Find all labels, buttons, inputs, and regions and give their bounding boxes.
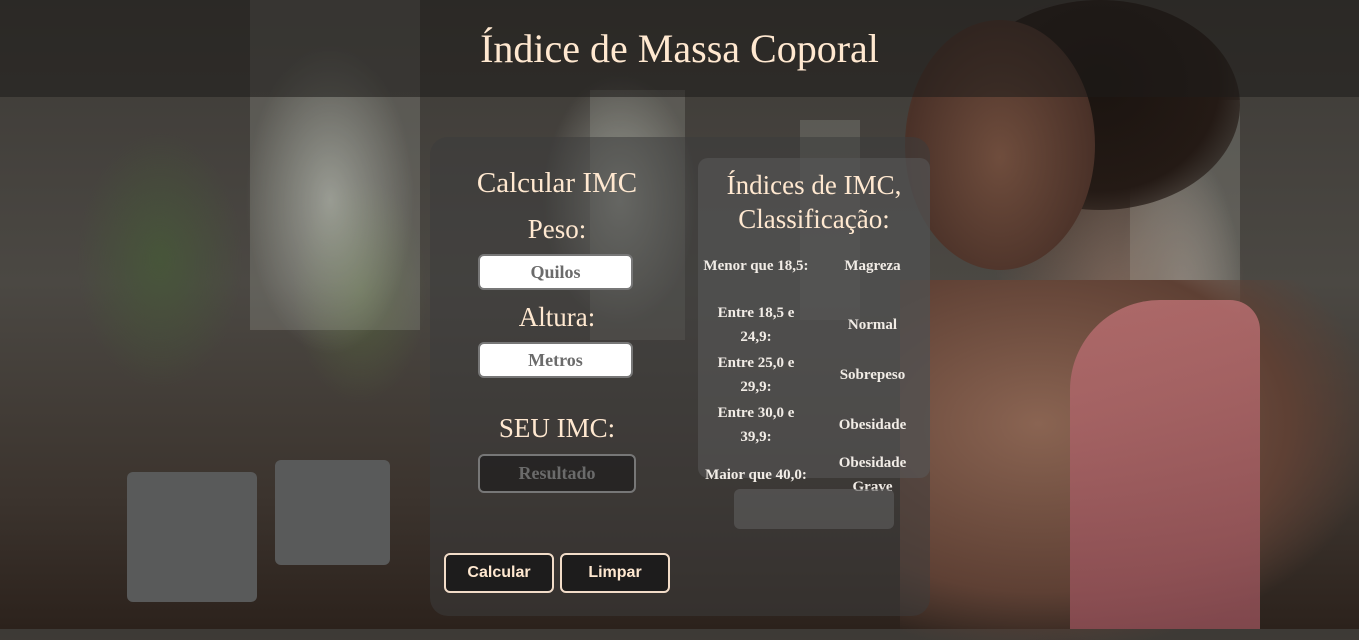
weight-label: Peso:: [527, 214, 587, 244]
index-range-line: 39,9:: [740, 429, 772, 445]
index-class: Magreza: [825, 254, 920, 278]
result-field: Resultado: [478, 454, 636, 493]
index-class: Obesidade: [825, 413, 920, 437]
index-class-line: Magreza: [844, 258, 901, 274]
height-label: Altura:: [518, 302, 596, 332]
imc-index-table: Índices de IMC, Classificação: Menor que…: [698, 158, 930, 495]
index-range: Entre 18,5 e 24,9:: [698, 301, 814, 349]
calculator-panel: Calcular IMC Peso: Altura: SEU IMC: Resu…: [430, 137, 680, 616]
index-range: Maior que 40,0:: [698, 463, 814, 487]
index-class: Sobrepeso: [825, 363, 920, 387]
calculate-button[interactable]: Calcular: [444, 553, 554, 593]
index-range-line: 29,9:: [740, 379, 772, 395]
clear-button[interactable]: Limpar: [560, 553, 670, 593]
index-class-line: Normal: [847, 317, 898, 333]
result-label: SEU IMC:: [498, 413, 616, 443]
imc-card: Calcular IMC Peso: Altura: SEU IMC: Resu…: [430, 137, 930, 616]
index-class-line: Obesidade: [838, 417, 907, 433]
index-range-line: Menor que 18,5:: [703, 258, 809, 274]
index-range: Entre 30,0 e 39,9:: [698, 401, 814, 449]
index-range: Menor que 18,5:: [698, 254, 814, 278]
index-range: Entre 25,0 e 29,9:: [698, 351, 814, 399]
index-table-title-line1: Índices de IMC,: [726, 170, 902, 200]
index-range-line: Entre 30,0 e: [717, 405, 795, 421]
index-range-line: Maior que 40,0:: [705, 467, 807, 483]
index-class-line: Obesidade: [838, 455, 907, 471]
weight-input[interactable]: [478, 254, 633, 290]
page-title: Índice de Massa Coporal: [480, 26, 879, 71]
index-range-line: 24,9:: [740, 329, 772, 345]
calculator-title: Calcular IMC: [476, 167, 638, 199]
index-table-title: Índices de IMC, Classificação:: [698, 168, 930, 236]
index-class-line: Sobrepeso: [839, 367, 906, 383]
page-header: Índice de Massa Coporal: [0, 0, 1359, 97]
message-box: [734, 489, 894, 529]
index-class: Normal: [825, 313, 920, 337]
index-range-line: Entre 25,0 e: [717, 355, 795, 371]
index-table-title-line2: Classificação:: [738, 204, 890, 234]
height-input[interactable]: [478, 342, 633, 378]
index-range-line: Entre 18,5 e: [717, 305, 795, 321]
